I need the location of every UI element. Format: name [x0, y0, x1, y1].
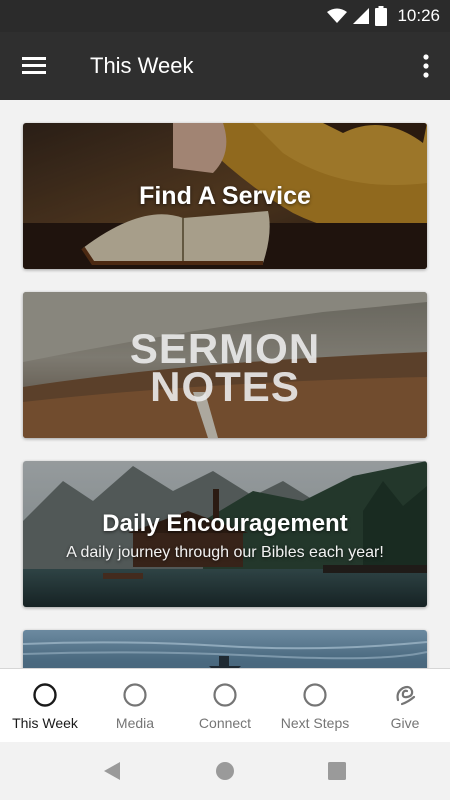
- recents-button[interactable]: [325, 759, 349, 783]
- card-daily-encouragement[interactable]: Daily Encouragement A daily journey thro…: [23, 461, 427, 607]
- home-circle-icon: [216, 762, 234, 780]
- system-navigation-bar: [0, 742, 450, 800]
- lake-image: [23, 630, 427, 668]
- home-button[interactable]: [213, 759, 237, 783]
- card-title: Find A Service: [139, 182, 311, 210]
- app-bar: This Week: [0, 32, 450, 100]
- hamburger-menu-icon: [22, 57, 46, 74]
- nav-item-next-steps[interactable]: Next Steps: [270, 669, 360, 743]
- more-vert-icon: [423, 54, 429, 78]
- circle-icon: [303, 683, 327, 707]
- card-sermon-notes[interactable]: SERMON NOTES: [23, 292, 427, 438]
- nav-item-media[interactable]: Media: [90, 669, 180, 743]
- circle-icon: [33, 683, 57, 707]
- signal-icon: [353, 8, 370, 24]
- nav-item-give[interactable]: Give: [360, 669, 450, 743]
- status-time: 10:26: [397, 6, 440, 25]
- card-title: Daily Encouragement: [102, 510, 348, 537]
- nav-label: Give: [390, 715, 420, 731]
- wifi-icon: [327, 8, 348, 23]
- nav-label: Connect: [198, 715, 252, 731]
- bottom-navigation: This Week Media Connect Next Steps Give: [0, 668, 450, 743]
- page-title: This Week: [90, 53, 194, 78]
- card-find-a-service[interactable]: Find A Service: [23, 123, 427, 269]
- card-subtitle: A daily journey through our Bibles each …: [66, 544, 384, 561]
- nav-label: This Week: [12, 715, 78, 731]
- nav-label: Next Steps: [280, 715, 350, 731]
- hamburger-menu-button[interactable]: [20, 52, 50, 80]
- card-title-line-2: NOTES: [150, 363, 300, 410]
- circle-icon: [123, 683, 147, 707]
- nav-item-connect[interactable]: Connect: [180, 669, 270, 743]
- back-button[interactable]: [100, 759, 124, 783]
- battery-icon: [375, 6, 388, 26]
- nav-label: Media: [115, 715, 155, 731]
- status-bar: 10:26: [0, 0, 450, 32]
- give-icon: [396, 685, 416, 706]
- status-icons: 10:26: [327, 0, 440, 32]
- card-partial[interactable]: [23, 630, 427, 668]
- nav-item-this-week[interactable]: This Week: [0, 669, 90, 743]
- more-options-button[interactable]: [416, 50, 436, 82]
- back-triangle-icon: [104, 762, 120, 780]
- card-list[interactable]: Find A Service SERMON NOTES Daily Encour…: [0, 100, 450, 668]
- recents-square-icon: [328, 762, 346, 780]
- circle-icon: [213, 683, 237, 707]
